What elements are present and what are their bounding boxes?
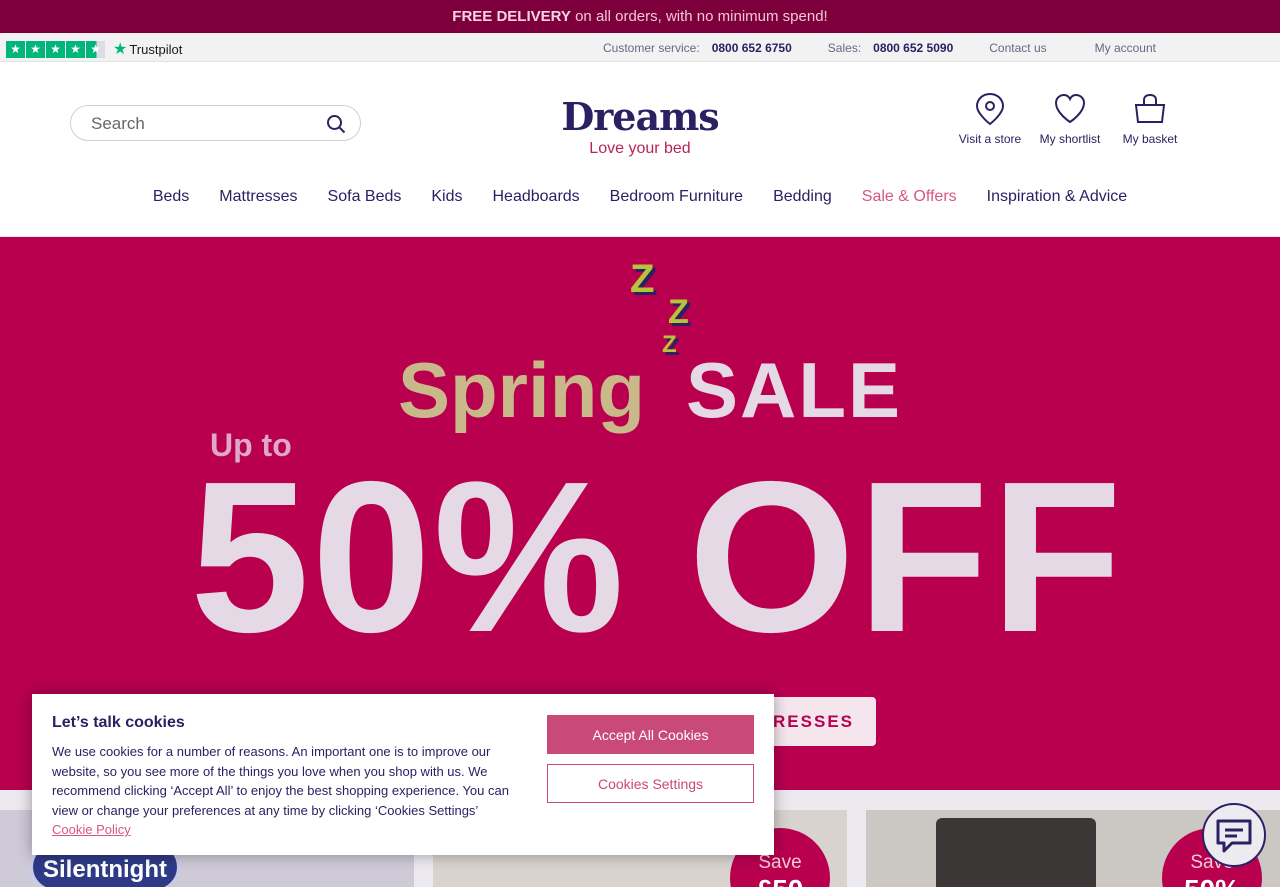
basket-icon — [1134, 93, 1166, 123]
save-value: £50 — [730, 874, 830, 887]
chat-button[interactable] — [1202, 803, 1266, 867]
search-bar — [70, 105, 361, 141]
star-icon: ★ — [46, 40, 65, 58]
trustpilot-stars: ★ ★ ★ ★ ★ — [6, 40, 105, 58]
nav-item-sofa-beds[interactable]: Sofa Beds — [328, 188, 402, 206]
customer-service-number[interactable]: 0800 652 6750 — [712, 41, 792, 55]
shortlist-label: My shortlist — [1039, 132, 1101, 146]
accept-all-cookies-button[interactable]: Accept All Cookies — [547, 715, 754, 754]
basket-button[interactable]: My basket — [1110, 92, 1190, 146]
main-nav: Beds Mattresses Sofa Beds Kids Headboard… — [0, 188, 1280, 206]
visit-store-label: Visit a store — [958, 132, 1022, 146]
nav-item-beds[interactable]: Beds — [153, 188, 189, 206]
chat-icon — [1216, 819, 1252, 853]
cookie-banner: Let’s talk cookies We use cookies for a … — [32, 694, 774, 855]
zzz-letter: Z — [662, 331, 677, 358]
zzz-letter: Z — [630, 257, 655, 301]
logo-wordmark: Dreams — [561, 94, 719, 139]
contact-link[interactable]: Contact us — [989, 41, 1046, 55]
nav-item-inspiration-advice[interactable]: Inspiration & Advice — [987, 188, 1128, 206]
nav-item-headboards[interactable]: Headboards — [493, 188, 580, 206]
site-header: Dreams Love your bed Visit a store My sh… — [0, 62, 1280, 237]
header-actions: Visit a store My shortlist My basket — [950, 92, 1190, 146]
location-pin-icon — [975, 92, 1005, 126]
trustpilot-label: Trustpilot — [129, 41, 183, 57]
customer-service-label: Customer service: — [603, 40, 700, 55]
sales-label: Sales: — [827, 40, 862, 55]
shortlist-button[interactable]: My shortlist — [1030, 92, 1110, 146]
search-input[interactable] — [91, 114, 311, 134]
top-links: Customer service: 0800 652 6750 Sales: 0… — [603, 33, 1156, 62]
zzz-letter: Z — [668, 293, 689, 331]
promo-strong: FREE DELIVERY — [452, 8, 571, 25]
cookie-title: Let’s talk cookies — [52, 714, 185, 731]
hero-headline: 50% OFF — [190, 436, 1124, 677]
hero-sale: SALE — [686, 346, 903, 434]
nav-item-sale-offers[interactable]: Sale & Offers — [862, 188, 957, 206]
star-icon: ★ — [26, 40, 45, 58]
star-icon: ★ — [66, 40, 85, 58]
promo-text: on all orders, with no minimum spend! — [570, 8, 828, 25]
nav-item-bedroom-furniture[interactable]: Bedroom Furniture — [610, 188, 743, 206]
visit-store-button[interactable]: Visit a store — [950, 92, 1030, 146]
cookies-settings-button[interactable]: Cookies Settings — [547, 764, 754, 803]
star-half-icon: ★ — [86, 40, 105, 58]
sales-number[interactable]: 0800 652 5090 — [873, 41, 953, 55]
cookie-body-text: We use cookies for a number of reasons. … — [52, 744, 509, 818]
logo-tagline: Love your bed — [589, 140, 691, 157]
utility-bar: ★ ★ ★ ★ ★ ★ Trustpilot Customer service:… — [0, 33, 1280, 62]
headboard-image — [936, 818, 1096, 887]
basket-label: My basket — [1122, 132, 1178, 146]
heart-icon — [1054, 93, 1086, 124]
nav-item-bedding[interactable]: Bedding — [773, 188, 832, 206]
dreams-logo[interactable]: Dreams Love your bed — [549, 96, 731, 158]
save-label: Save — [758, 852, 802, 873]
promo-banner: FREE DELIVERY on all orders, with no min… — [0, 0, 1280, 33]
nav-item-kids[interactable]: Kids — [431, 188, 462, 206]
trustpilot-logo: ★ Trustpilot — [113, 39, 182, 59]
account-link[interactable]: My account — [1095, 41, 1156, 55]
cookie-body: We use cookies for a number of reasons. … — [52, 742, 512, 840]
hero-spring: Spring — [398, 346, 645, 434]
search-icon[interactable] — [326, 114, 346, 134]
nav-item-mattresses[interactable]: Mattresses — [219, 188, 297, 206]
trustpilot-star-icon: ★ — [113, 41, 128, 58]
trustpilot-widget[interactable]: ★ ★ ★ ★ ★ ★ Trustpilot — [6, 39, 182, 59]
cookie-policy-link[interactable]: Cookie Policy — [52, 822, 131, 837]
save-value: 50% — [1162, 874, 1262, 887]
star-icon: ★ — [6, 40, 25, 58]
